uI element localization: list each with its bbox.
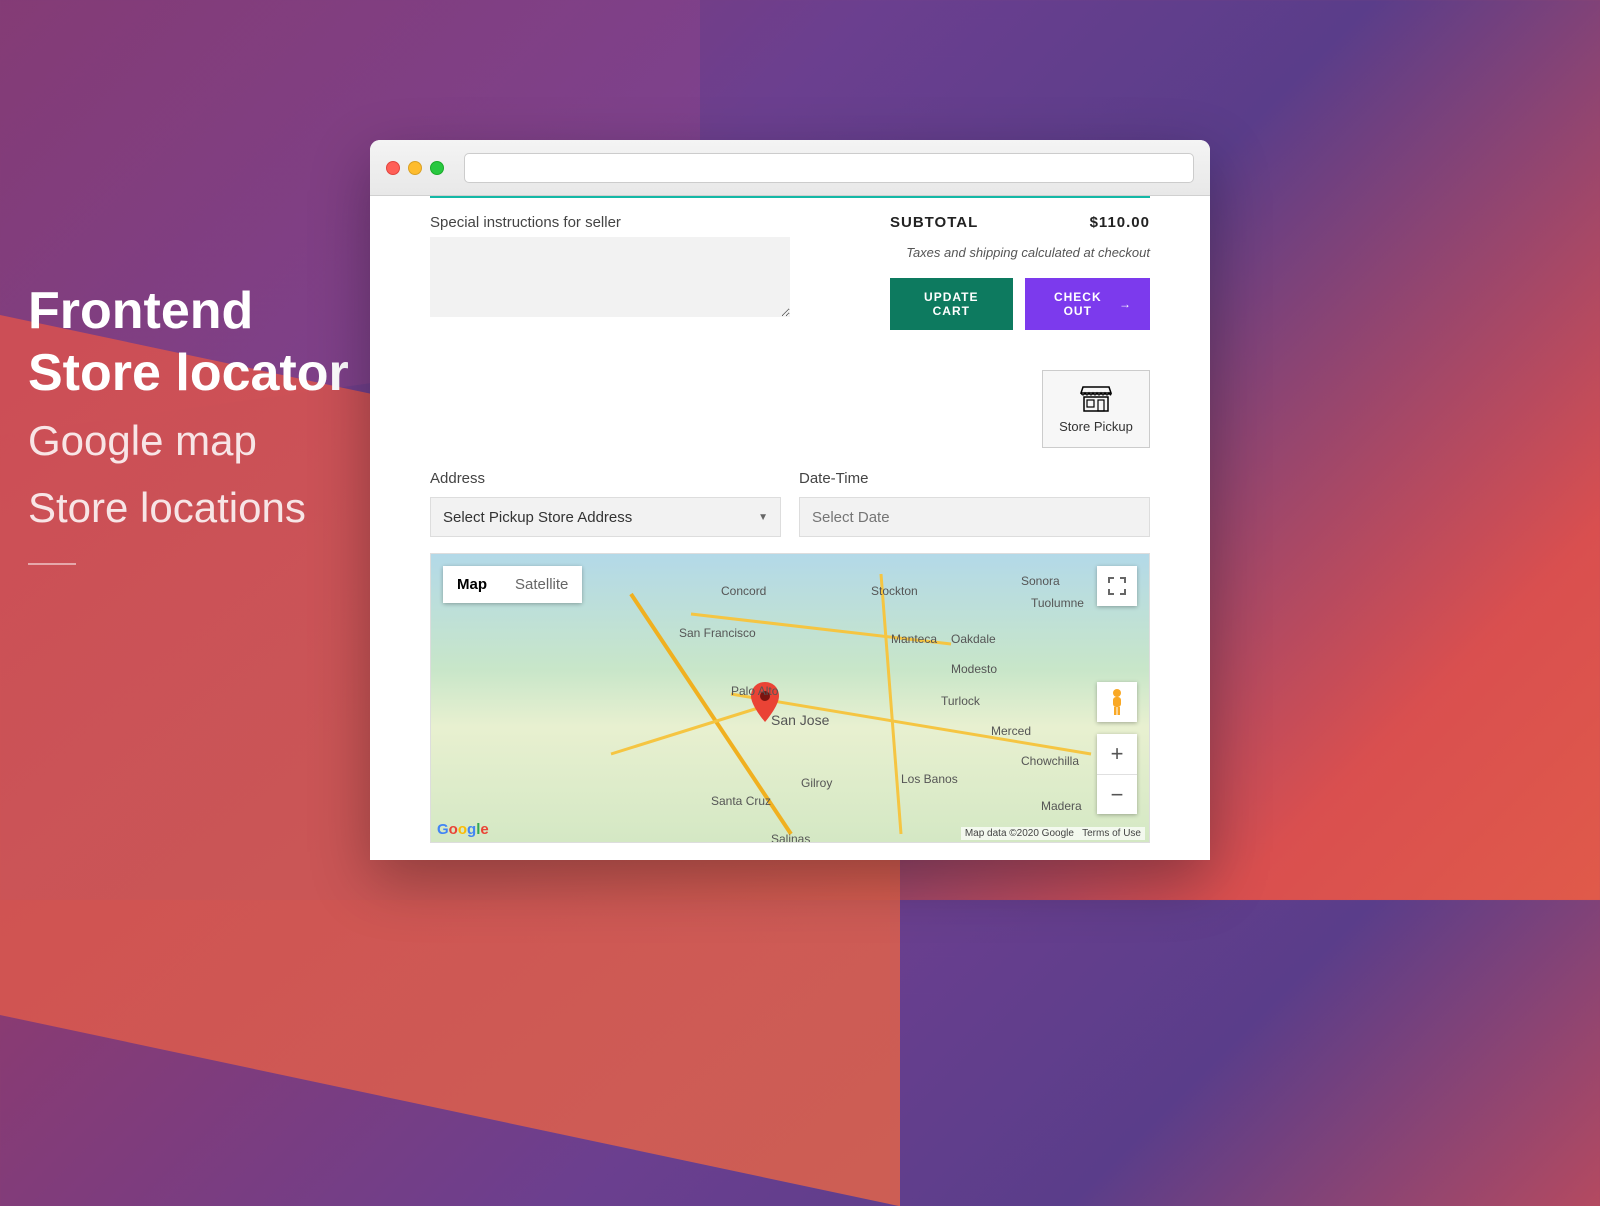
hero-divider <box>28 563 76 565</box>
city-stockton: Stockton <box>871 584 918 598</box>
city-losbanos: Los Banos <box>901 772 958 786</box>
city-salinas: Salinas <box>771 832 810 843</box>
city-chowchilla: Chowchilla <box>1021 754 1079 768</box>
address-select-value: Select Pickup Store Address <box>443 509 632 526</box>
city-gilroy: Gilroy <box>801 776 832 790</box>
city-madera: Madera <box>1041 799 1082 813</box>
hero-text: Frontend Store locator Google map Store … <box>28 280 349 565</box>
city-paloalto: Palo Alto <box>731 684 778 698</box>
maximize-icon[interactable] <box>430 161 444 175</box>
city-oakdale: Oakdale <box>951 632 996 646</box>
city-sanjose: San Jose <box>771 712 829 728</box>
map-labels: Concord Stockton Sonora Tuolumne San Fra… <box>431 554 1149 842</box>
minimize-icon[interactable] <box>408 161 422 175</box>
map[interactable]: Map Satellite + − <box>430 553 1150 843</box>
city-tuolumne: Tuolumne <box>1031 596 1084 610</box>
hero-subtitle-line2: Store locations <box>28 478 349 539</box>
date-input[interactable] <box>799 497 1150 537</box>
address-label: Address <box>430 470 781 487</box>
store-pickup-label: Store Pickup <box>1059 419 1133 434</box>
city-manteca: Manteca <box>891 632 937 646</box>
datetime-label: Date-Time <box>799 470 1150 487</box>
update-cart-button[interactable]: UPDATE CART <box>890 278 1013 330</box>
browser-titlebar <box>370 140 1210 196</box>
hero-title-line1: Frontend <box>28 280 349 342</box>
instructions-label: Special instructions for seller <box>430 214 850 231</box>
city-sanfrancisco: San Francisco <box>679 626 756 640</box>
city-merced: Merced <box>991 724 1031 738</box>
checkout-label: CHECK OUT <box>1043 290 1113 318</box>
map-attribution: Map data ©2020 Google Terms of Use <box>961 827 1145 840</box>
store-pickup-card[interactable]: Store Pickup <box>1042 370 1150 448</box>
hero-title-line2: Store locator <box>28 342 349 404</box>
chevron-down-icon: ▼ <box>758 512 768 523</box>
address-bar[interactable] <box>464 153 1194 183</box>
store-icon <box>1079 385 1113 413</box>
traffic-lights <box>386 161 444 175</box>
city-turlock: Turlock <box>941 694 980 708</box>
close-icon[interactable] <box>386 161 400 175</box>
city-modesto: Modesto <box>951 662 997 676</box>
hero-subtitle-line1: Google map <box>28 411 349 472</box>
subtotal-value: $110.00 <box>1090 214 1150 231</box>
browser-window: Special instructions for seller SUBTOTAL… <box>370 140 1210 860</box>
accent-divider <box>430 196 1150 198</box>
city-sonora: Sonora <box>1021 574 1060 588</box>
instructions-textarea[interactable] <box>430 237 790 317</box>
checkout-button[interactable]: CHECK OUT → <box>1025 278 1150 330</box>
google-logo: Google <box>437 821 489 838</box>
address-select[interactable]: Select Pickup Store Address ▼ <box>430 497 781 537</box>
arrow-right-icon: → <box>1119 297 1132 311</box>
tax-note: Taxes and shipping calculated at checkou… <box>890 245 1150 260</box>
subtotal-label: SUBTOTAL <box>890 214 978 231</box>
city-concord: Concord <box>721 584 766 598</box>
city-santacruz: Santa Cruz <box>711 794 771 808</box>
